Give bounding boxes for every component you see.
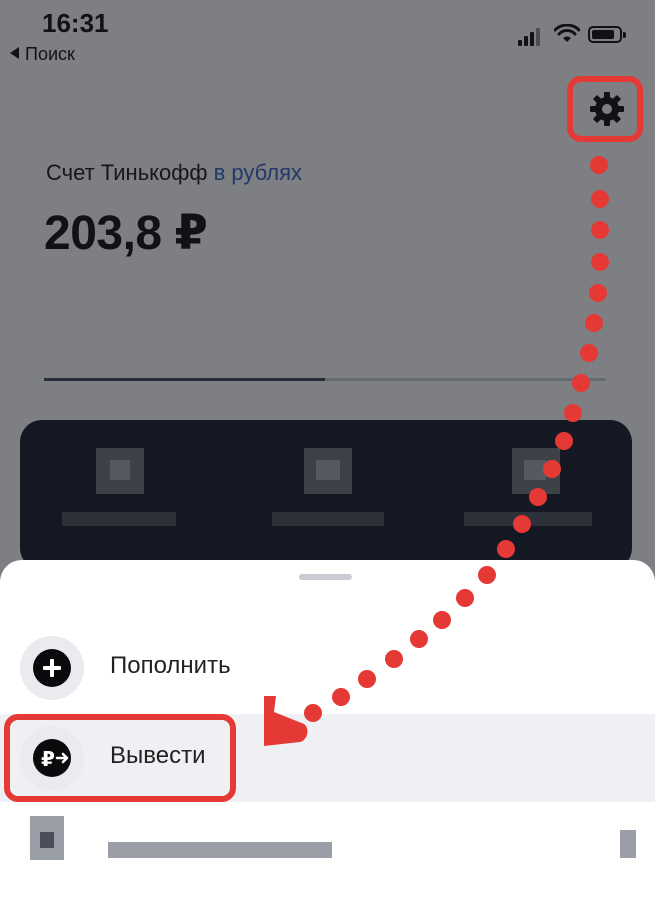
highlight-box-settings (567, 76, 643, 142)
menu-item-label: Пополнить (110, 652, 231, 679)
sheet-drag-handle[interactable] (299, 574, 352, 580)
app-screen: 16:31 Поиск Счет Тинькофф в рублях 203 (0, 0, 655, 907)
plus-icon (33, 649, 71, 687)
arrow-head-icon (264, 696, 308, 746)
topup-icon-bg (20, 636, 84, 700)
highlight-box-withdraw (4, 714, 236, 802)
menu-item-topup[interactable]: Пополнить (0, 624, 655, 712)
